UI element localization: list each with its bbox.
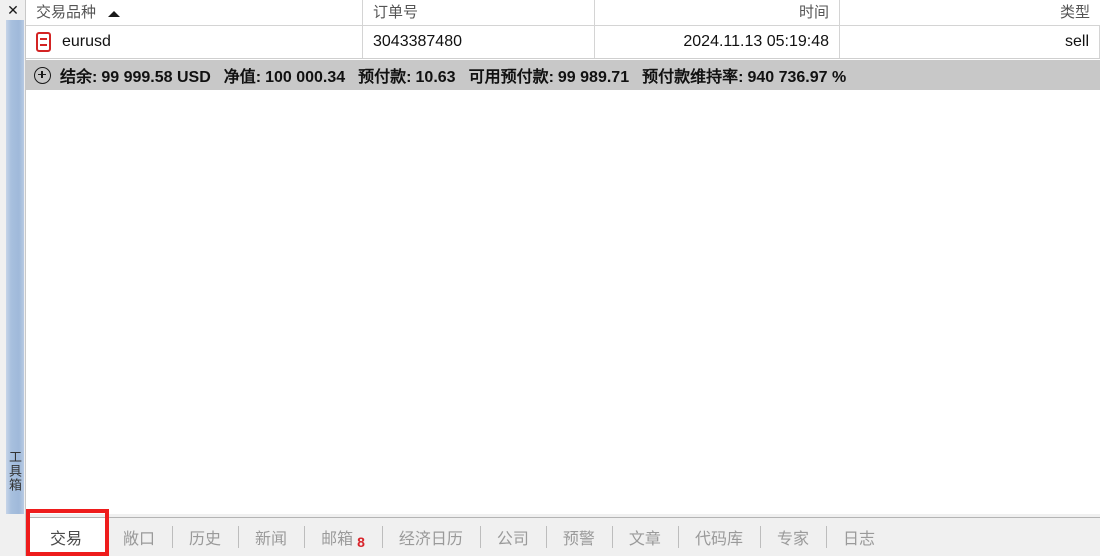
tab-2[interactable]: 敞口 xyxy=(106,518,172,556)
toolbox-rail-strip[interactable] xyxy=(6,20,24,514)
table-row[interactable]: eurusd 3043387480 2024.11.13 05:19:48 se… xyxy=(26,26,1100,59)
tab-3[interactable]: 历史 xyxy=(172,518,238,556)
tab-label: 日志 xyxy=(842,531,875,548)
table-empty-area xyxy=(26,90,1100,514)
summary-item-label: 预付款: xyxy=(358,69,412,86)
tab-label: 历史 xyxy=(189,531,222,548)
tab-separator xyxy=(238,526,240,548)
summary-item: 可用预付款: 99 989.71 xyxy=(469,63,630,87)
cell-type[interactable]: sell xyxy=(840,26,1100,58)
table-header-row: 交易品种 订单号 时间 类型 xyxy=(26,0,1100,26)
summary-item-value: 940 736.97 % xyxy=(747,69,847,86)
tab-label: 预警 xyxy=(562,531,595,548)
tab-label: 交易 xyxy=(50,531,83,548)
cell-type-label: sell xyxy=(1064,33,1089,50)
summary-items: 结余: 99 999.58 USD 净值: 100 000.34 预付款: 10.63 可用… xyxy=(60,63,859,87)
column-header-order-label: 订单号 xyxy=(373,5,419,21)
tab-separator xyxy=(172,526,174,548)
toolbox-panel: ✕ 工具箱 交易品种 订单号 时间 类型 eurusd 3043387480 2… xyxy=(0,0,1100,556)
column-header-symbol-label: 交易品种 xyxy=(36,5,97,21)
cell-order-label: 3043387480 xyxy=(373,33,462,50)
column-header-symbol[interactable]: 交易品种 xyxy=(26,0,363,25)
tab-separator xyxy=(825,526,827,548)
tab-12[interactable]: 日志 xyxy=(825,518,892,556)
tab-6[interactable]: 经济日历 xyxy=(381,518,480,556)
summary-item-value: 99 999.58 USD xyxy=(101,69,211,86)
summary-item: 净值: 100 000.34 xyxy=(224,63,345,87)
summary-item-label: 结余: xyxy=(60,69,98,86)
tab-separator xyxy=(106,526,108,548)
tab-8[interactable]: 预警 xyxy=(545,518,612,556)
summary-item-label: 净值: xyxy=(223,69,262,86)
tab-separator xyxy=(677,526,679,548)
account-summary-bar[interactable]: 结余: 99 999.58 USD 净值: 100 000.34 预付款: 10.63 可用… xyxy=(26,60,1100,90)
tab-label: 邮箱 xyxy=(321,531,354,548)
tab-separator xyxy=(759,526,761,548)
summary-item: 预付款: 10.63 xyxy=(358,63,455,87)
cell-symbol[interactable]: eurusd xyxy=(26,26,363,58)
tab-separator xyxy=(545,526,547,548)
tab-10[interactable]: 代码库 xyxy=(677,518,760,556)
column-header-type-label: 类型 xyxy=(1059,5,1090,21)
tab-7[interactable]: 公司 xyxy=(479,518,546,556)
summary-item-value: 99 989.71 xyxy=(557,69,630,86)
summary-item: 预付款维持率: 940 736.97 % xyxy=(642,63,846,87)
column-header-type[interactable]: 类型 xyxy=(840,0,1100,25)
sell-position-icon xyxy=(36,32,51,52)
summary-item-label: 可用预付款: xyxy=(468,69,554,86)
tab-list: 交易 敞口 历史 新闻 邮箱 8 经济日历 公司 预警 文章 代码库 专家 日志 xyxy=(26,518,892,556)
summary-item: 结余: 99 999.58 USD xyxy=(60,63,211,87)
tab-label: 代码库 xyxy=(694,531,743,548)
tab-1[interactable]: 交易 xyxy=(26,518,107,556)
tab-label: 文章 xyxy=(628,531,661,548)
tab-separator xyxy=(381,526,383,548)
left-rail: ✕ 工具箱 xyxy=(0,0,26,556)
bottom-tab-bar: 交易 敞口 历史 新闻 邮箱 8 经济日历 公司 预警 文章 代码库 专家 日志 xyxy=(26,514,1100,556)
sort-ascending-icon xyxy=(108,11,121,17)
cell-order[interactable]: 3043387480 xyxy=(363,26,595,58)
plus-circle-icon[interactable] xyxy=(34,66,51,84)
tab-11[interactable]: 专家 xyxy=(759,518,826,556)
tab-5[interactable]: 邮箱 8 xyxy=(304,518,382,556)
tab-separator xyxy=(479,526,481,548)
toolbox-rail-label: 工具箱 xyxy=(7,450,22,492)
column-header-order[interactable]: 订单号 xyxy=(363,0,595,25)
tab-separator xyxy=(611,526,613,548)
cell-time[interactable]: 2024.11.13 05:19:48 xyxy=(595,26,840,58)
tab-4[interactable]: 新闻 xyxy=(238,518,304,556)
tab-label: 公司 xyxy=(496,531,529,548)
summary-item-value: 10.63 xyxy=(415,69,456,86)
summary-item-label: 预付款维持率: xyxy=(642,69,744,86)
column-header-time-label: 时间 xyxy=(798,5,829,21)
column-header-time[interactable]: 时间 xyxy=(595,0,840,25)
tab-label: 专家 xyxy=(776,531,809,548)
tab-badge: 8 xyxy=(357,534,365,550)
tab-label: 敞口 xyxy=(123,531,156,548)
tab-label: 新闻 xyxy=(255,531,288,548)
tab-label: 经济日历 xyxy=(398,531,463,548)
tab-separator xyxy=(304,526,306,548)
tab-9[interactable]: 文章 xyxy=(611,518,678,556)
cell-symbol-label: eurusd xyxy=(62,33,111,50)
cell-time-label: 2024.11.13 05:19:48 xyxy=(683,33,829,50)
close-icon[interactable]: ✕ xyxy=(0,0,25,20)
summary-item-value: 100 000.34 xyxy=(265,69,346,86)
